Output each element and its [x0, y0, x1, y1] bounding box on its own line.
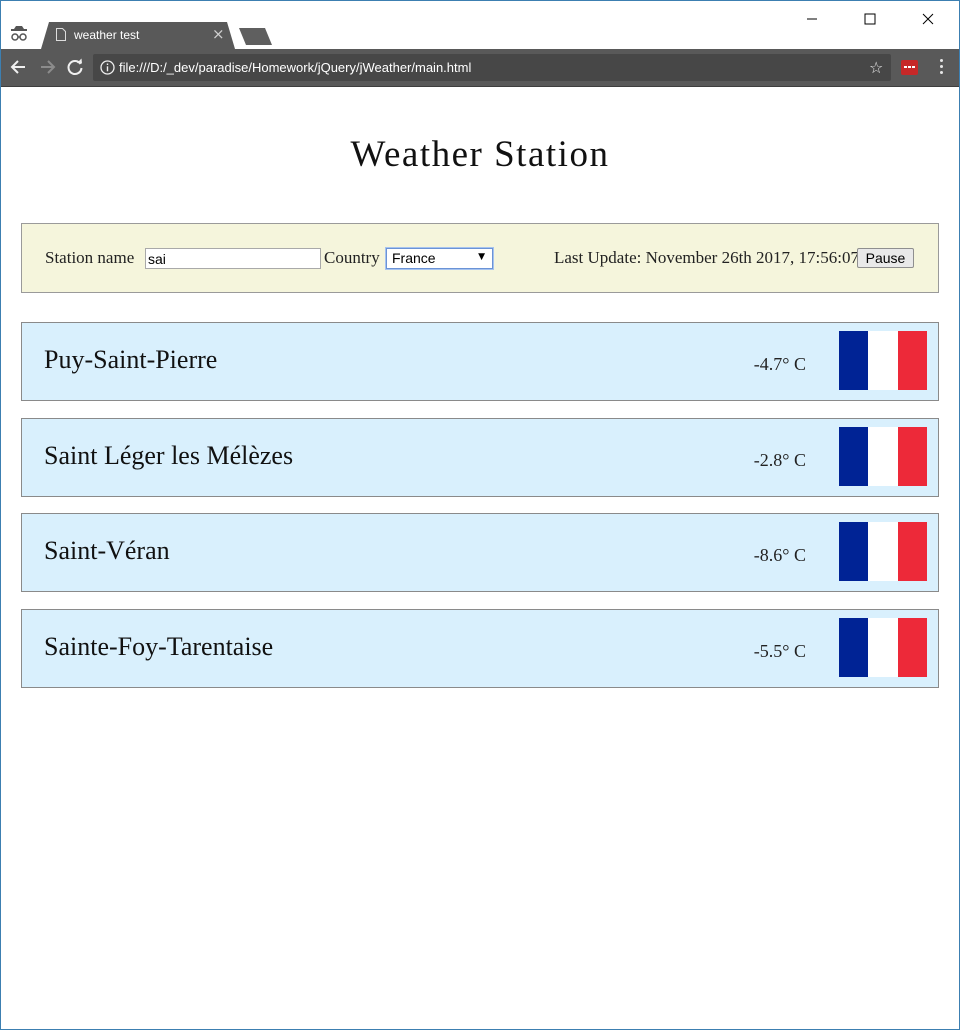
bookmark-star-icon[interactable]: ☆: [869, 58, 883, 77]
station-name: Sainte-Foy-Tarentaise: [44, 632, 274, 661]
station-name: Saint Léger les Mélèzes: [44, 441, 294, 470]
url-text[interactable]: file:///D:/_dev/paradise/Homework/jQuery…: [119, 60, 471, 75]
menu-dots-icon[interactable]: [939, 59, 945, 77]
minimize-icon: [807, 18, 817, 20]
address-bar[interactable]: file:///D:/_dev/paradise/Homework/jQuery…: [93, 54, 891, 81]
reload-icon[interactable]: [65, 57, 85, 77]
last-update-text: Last Update: November 26th 2017, 17:56:0…: [554, 248, 860, 267]
controls-panel: Station name Country France ▼ Last Updat…: [21, 223, 939, 293]
france-flag-icon: [839, 522, 927, 581]
france-flag-icon: [839, 427, 927, 486]
country-selected-value: France: [392, 250, 436, 266]
station-card: Saint Léger les Mélèzes -2.8° C: [21, 418, 939, 497]
minimize-button[interactable]: [790, 7, 836, 33]
close-icon: [922, 13, 934, 25]
page-icon: [56, 28, 66, 41]
station-temperature: -5.5° C: [753, 641, 806, 661]
france-flag-icon: [839, 618, 927, 677]
forward-arrow-icon[interactable]: [37, 57, 57, 77]
station-name: Saint-Véran: [44, 536, 170, 565]
dropdown-arrow-icon: ▼: [478, 252, 485, 262]
station-name: Puy-Saint-Pierre: [44, 345, 218, 374]
tab-strip: weather test ×: [1, 1, 959, 49]
maximize-icon: [864, 13, 876, 25]
france-flag-icon: [839, 331, 927, 390]
new-tab-button[interactable]: [239, 28, 272, 45]
maximize-button[interactable]: [848, 7, 894, 33]
station-card: Puy-Saint-Pierre -4.7° C: [21, 322, 939, 401]
page-title: Weather Station: [350, 134, 610, 175]
station-temperature: -2.8° C: [753, 450, 806, 470]
close-window-button[interactable]: [906, 7, 952, 33]
station-temperature: -8.6° C: [753, 545, 806, 565]
station-temperature: -4.7° C: [753, 354, 806, 374]
info-icon[interactable]: [100, 60, 115, 75]
incognito-icon: [11, 26, 27, 41]
tab-weather-test[interactable]: weather test ×: [41, 22, 235, 49]
tab-title: weather test: [74, 28, 140, 42]
page-content: Weather Station Station name Country Fra…: [1, 87, 959, 1029]
station-name-label: Station name: [45, 248, 135, 267]
station-card: Sainte-Foy-Tarentaise -5.5° C: [21, 609, 939, 688]
browser-window: weather test × file:///D:/_dev/paradise/…: [0, 0, 960, 1030]
browser-toolbar: file:///D:/_dev/paradise/Homework/jQuery…: [1, 49, 959, 87]
pause-button[interactable]: Pause: [857, 248, 914, 268]
station-card: Saint-Véran -8.6° C: [21, 513, 939, 592]
tab-close-icon[interactable]: ×: [212, 25, 225, 43]
back-arrow-icon[interactable]: [9, 57, 29, 77]
station-name-input[interactable]: [145, 248, 321, 269]
country-label: Country: [324, 248, 380, 267]
country-select[interactable]: France ▼: [386, 248, 493, 269]
extension-icon[interactable]: [901, 60, 918, 75]
